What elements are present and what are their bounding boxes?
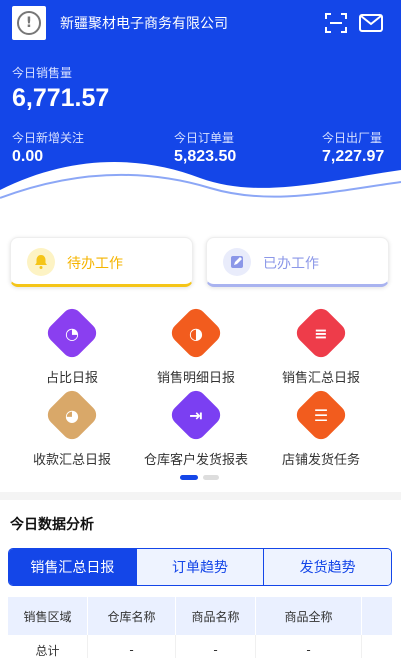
column-header: 销售区域 (8, 597, 88, 635)
grid-item-payment-summary[interactable]: ◕ 收款汇总日报 (7, 386, 137, 468)
sales-label: 今日销售量 (12, 66, 73, 80)
receipt-icon: ≡ (292, 304, 350, 362)
tab-sales-summary[interactable]: 销售汇总日报 (9, 549, 136, 585)
scan-icon[interactable] (325, 12, 347, 34)
tab-pending-label: 待办工作 (67, 256, 123, 272)
top-bar: ! 新疆聚材电子商务有限公司 (0, 0, 401, 46)
grid-item-label: 占比日报 (45, 371, 98, 386)
grid-item-warehouse-report[interactable]: ⇥ 仓库客户发货报表 (131, 386, 261, 468)
grid-item-sales-detail[interactable]: ◑ 销售明细日报 (131, 304, 261, 386)
column-header-extra (362, 597, 392, 635)
grid-item-label: 销售明细日报 (156, 371, 235, 386)
mail-icon[interactable] (359, 12, 383, 34)
grid-item-share-daily[interactable]: ◔ 占比日报 (7, 304, 137, 386)
follow-label: 今日新增关注 (12, 131, 85, 145)
tab-order-trend[interactable]: 订单趋势 (135, 549, 264, 585)
grid-item-label: 仓库客户发货报表 (143, 453, 248, 468)
column-header: 仓库名称 (88, 597, 176, 635)
summary-header: ! 新疆聚材电子商务有限公司 今日销售量 6,771.57 今日新增关注 0.0… (0, 0, 401, 215)
company-name: 新疆聚材电子商务有限公司 (60, 16, 228, 32)
page-indicator[interactable] (203, 475, 219, 480)
info-icon: ! (17, 11, 41, 35)
sales-value: 6,771.57 (12, 84, 110, 112)
edit-icon (223, 248, 251, 276)
grid-item-label: 销售汇总日报 (281, 371, 360, 386)
table-header: 销售区域 仓库名称 商品名称 商品全称 (8, 597, 392, 635)
grid-item-label: 店铺发货任务 (281, 453, 360, 468)
company-logo: ! (12, 6, 46, 40)
column-header: 商品名称 (176, 597, 256, 635)
tab-pending-work[interactable]: 待办工作 (10, 237, 193, 287)
analysis-title: 今日数据分析 (10, 517, 94, 533)
table-cell: - (256, 635, 362, 658)
warehouse-icon: ⇥ (167, 386, 225, 444)
follow-value: 0.00 (12, 148, 44, 165)
page-indicator-active[interactable] (180, 475, 198, 480)
table-row: 总计 - - - (8, 635, 392, 658)
column-header: 商品全称 (256, 597, 362, 635)
table-cell: - (88, 635, 176, 658)
section-divider (0, 492, 401, 500)
tab-shipping-trend[interactable]: 发货趋势 (263, 549, 391, 585)
shipped-label: 今日出厂量 (322, 131, 383, 145)
analysis-tabs: 销售汇总日报 订单趋势 发货趋势 (8, 548, 392, 586)
bell-icon (27, 248, 55, 276)
donut-chart-icon: ◑ (167, 304, 225, 362)
orders-label: 今日订单量 (174, 131, 235, 145)
grid-item-sales-summary[interactable]: ≡ 销售汇总日报 (256, 304, 386, 386)
tab-done-label: 已办工作 (263, 256, 319, 272)
grid-item-shop-tasks[interactable]: ☰ 店铺发货任务 (256, 386, 386, 468)
task-icon: ☰ (292, 386, 350, 444)
payment-pie-icon: ◕ (43, 386, 101, 444)
table-cell: 总计 (8, 635, 88, 658)
table-cell: - (176, 635, 256, 658)
orders-value: 5,823.50 (174, 148, 237, 165)
tab-done-work[interactable]: 已办工作 (206, 237, 389, 287)
pie-chart-icon: ◔ (43, 304, 101, 362)
grid-item-label: 收款汇总日报 (32, 453, 111, 468)
shipped-value: 7,227.97 (322, 148, 385, 165)
